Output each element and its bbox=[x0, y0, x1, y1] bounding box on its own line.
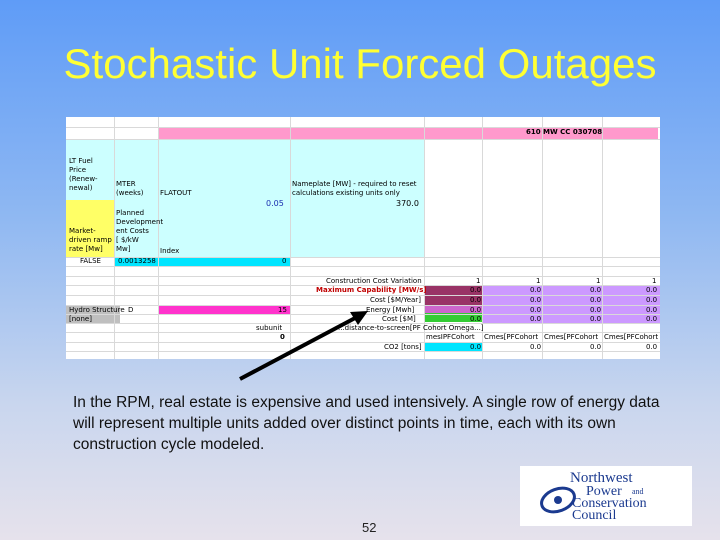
council-logo: Northwest Power and Conservation Council bbox=[520, 466, 692, 526]
planned-label: Planned bbox=[116, 209, 145, 217]
hydro-label: Hydro Structure bbox=[69, 306, 125, 314]
row-label: Energy [Mwh] bbox=[366, 306, 415, 314]
nameplate-note: calculations existing units only bbox=[292, 189, 400, 197]
zero-cell: 0.0 bbox=[590, 343, 602, 351]
cohort-cell: mesIPFCohort bbox=[426, 333, 475, 341]
left-label: newal) bbox=[69, 184, 93, 192]
row-label: Cost [$M/Year] bbox=[370, 296, 421, 304]
zero-cell: 0.0 bbox=[470, 306, 482, 314]
zero-cell: 0.0 bbox=[530, 315, 542, 323]
row-label: Construction Cost Variation bbox=[326, 277, 422, 285]
small-value: 0.0013258 bbox=[118, 257, 156, 265]
zero-cell: 0.0 bbox=[470, 296, 482, 304]
planned-label: Mw] bbox=[116, 245, 131, 253]
zero-cell: 0.0 bbox=[530, 286, 542, 294]
value-370: 370.0 bbox=[396, 199, 419, 208]
flatout-label: FLATOUT bbox=[160, 189, 192, 197]
planned-label: Development bbox=[116, 218, 164, 226]
left-label: Price bbox=[69, 166, 87, 174]
zero-cell: 0.0 bbox=[590, 296, 602, 304]
row-label: Cost [$M] bbox=[382, 315, 416, 323]
planned-label: ent Costs bbox=[116, 227, 149, 235]
cohort-cell: Cmes[PFCohort C bbox=[604, 333, 660, 341]
zero-cell: 0.0 bbox=[530, 343, 542, 351]
zero-cell: 0.0 bbox=[590, 286, 602, 294]
zero-cell: 0.0 bbox=[646, 343, 658, 351]
page-number: 52 bbox=[362, 520, 377, 535]
zero-cell: 0.0 bbox=[530, 306, 542, 314]
zero-cell: 0.0 bbox=[470, 343, 482, 351]
cohort-cell: Cmes[PFCohort bbox=[544, 333, 599, 341]
index-label: Index bbox=[160, 247, 180, 255]
subunit-zero: 0 bbox=[280, 333, 285, 341]
zero-cell: 0.0 bbox=[646, 286, 658, 294]
row-label: CO2 [tons] bbox=[384, 343, 422, 351]
mter-label: (weeks) bbox=[116, 189, 144, 197]
market-label: driven ramp bbox=[69, 236, 112, 244]
zero-cell: 0.0 bbox=[646, 306, 658, 314]
market-label: rate [Mw] bbox=[69, 245, 103, 253]
ones-cell: 1 bbox=[476, 277, 481, 285]
ones-cell: 1 bbox=[536, 277, 541, 285]
zero-cell: 0.0 bbox=[530, 296, 542, 304]
spreadsheet-image: 610 MW CC 030708 LT Fuel Price (Renew- n… bbox=[66, 117, 660, 359]
slide-title: Stochastic Unit Forced Outages bbox=[63, 40, 657, 87]
zero-value: 0 bbox=[282, 257, 287, 265]
value-005: 0.05 bbox=[266, 199, 284, 208]
false-value: FALSE bbox=[80, 257, 101, 265]
left-label: (Renew- bbox=[69, 175, 98, 183]
left-label: LT Fuel bbox=[69, 157, 93, 165]
zero-cell: 0.0 bbox=[646, 315, 658, 323]
logo-line4: Council bbox=[572, 508, 617, 523]
zero-cell: 0.0 bbox=[590, 315, 602, 323]
zero-cell: 0.0 bbox=[646, 296, 658, 304]
logo-line2b: and bbox=[632, 487, 644, 496]
zero-cell: 0.0 bbox=[470, 286, 482, 294]
sheet-header: 610 MW CC 030708 bbox=[526, 128, 603, 136]
ones-cell: 1 bbox=[652, 277, 657, 285]
nameplate-note: Nameplate [MW] - required to reset bbox=[292, 180, 417, 188]
row-label: Maximum Capability [MW/s] bbox=[316, 286, 427, 294]
zeros-block bbox=[482, 285, 660, 323]
d-label: D bbox=[128, 306, 134, 314]
num-15: 15 bbox=[278, 306, 287, 314]
planned-label: [ $/kW bbox=[116, 236, 139, 244]
zero-cell: 0.0 bbox=[470, 315, 482, 323]
magenta-cell bbox=[158, 305, 290, 314]
row-label: ...distance-to-screen[PF Cohort Omega...… bbox=[338, 324, 484, 332]
mter-label: MTER bbox=[116, 180, 136, 188]
zero-cell: 0.0 bbox=[590, 306, 602, 314]
subunit-label: subunit bbox=[256, 324, 283, 332]
hydro-none: [none] bbox=[69, 315, 92, 323]
slide-caption: In the RPM, real estate is expensive and… bbox=[73, 394, 660, 453]
market-label: Market- bbox=[69, 227, 96, 235]
ones-cell: 1 bbox=[596, 277, 601, 285]
cohort-cell: Cmes[PFCohort bbox=[484, 333, 539, 341]
